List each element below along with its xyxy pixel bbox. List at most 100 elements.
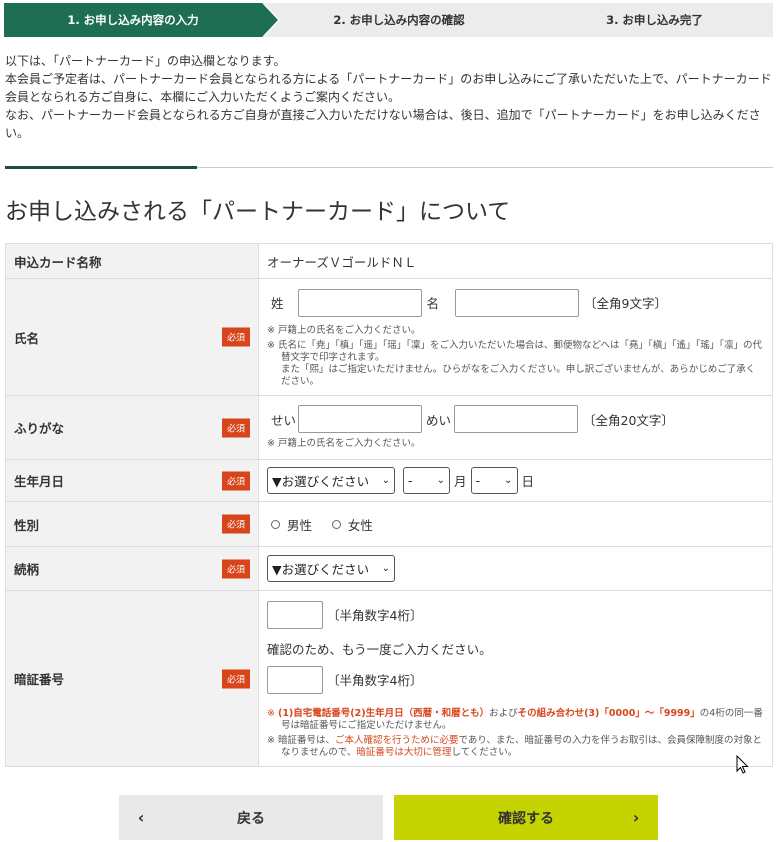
- pin-label: 暗証番号: [14, 672, 65, 687]
- furigana-fields: せい めい 〔全角20文字〕 ※ 戸籍上の氏名をご入力ください。: [258, 395, 773, 460]
- pin-confirm-row: 〔半角数字4桁〕: [267, 665, 764, 694]
- pin-note-2: ※ 暗証番号は、ご本人確認を行うために必要であり、また、暗証番号の入力を伴うお取…: [267, 735, 764, 759]
- furigana-label-cell: ふりがな 必須: [5, 395, 259, 460]
- pin-input[interactable]: [267, 600, 323, 629]
- sei-label: 姓: [271, 296, 284, 311]
- chevron-right-icon: ›: [632, 808, 640, 827]
- birthdate-selects: ▼お選びください ⌄ - ⌄ 月 - ⌄ 日: [267, 467, 764, 494]
- mei-kana-label: めい: [426, 412, 452, 428]
- intro-line-1: 以下は、「パートナーカード」の申込欄となります。: [5, 54, 286, 68]
- name-label: 氏名: [14, 330, 40, 346]
- required-badge: 必須: [221, 471, 250, 490]
- pin-label-cell: 暗証番号 必須: [5, 590, 259, 767]
- gender-fields: 男性 女性: [258, 501, 773, 547]
- sei-kana-label: せい: [271, 412, 297, 428]
- required-badge: 必須: [221, 669, 250, 688]
- confirm-button-label: 確認する: [498, 810, 554, 827]
- row-relation: 続柄 必須 ▼お選びください ⌄: [5, 546, 773, 591]
- birthdate-fields: ▼お選びください ⌄ - ⌄ 月 - ⌄ 日: [258, 459, 773, 502]
- step-indicator: 1. お申し込み内容の入力 2. お申し込み内容の確認 3. お申し込み完了: [4, 3, 773, 37]
- pin-note-2-highlight-b: 暗証番号は大切に管理: [356, 746, 452, 758]
- row-name: 氏名 必須 姓 名 〔全角9文字〕 ※ 戸籍上の氏名をご入力ください。 ※ 氏名…: [5, 278, 773, 396]
- pin-fields: 〔半角数字4桁〕 確認のため、もう一度ご入力ください。 〔半角数字4桁〕 ※ (…: [258, 590, 773, 767]
- name-inputs: 姓 名 〔全角9文字〕: [267, 288, 764, 317]
- pin-confirm-input[interactable]: [267, 665, 323, 694]
- last-name-input[interactable]: [297, 288, 422, 317]
- step-2-label: 2. お申し込み内容の確認: [333, 13, 465, 27]
- section-divider-accent: [5, 166, 197, 169]
- mouse-cursor-icon: [736, 755, 749, 774]
- pin-note-1-restricted-b: その組み合わせ(3)「0000」〜「9999」: [517, 707, 700, 719]
- birth-month-value: -: [408, 473, 413, 488]
- birth-day-select[interactable]: - ⌄: [470, 467, 518, 494]
- gender-male-label: 男性: [287, 517, 313, 533]
- required-badge: 必須: [221, 559, 250, 578]
- chevron-down-icon: ⌄: [504, 475, 513, 486]
- radio-circle-icon: [331, 519, 341, 529]
- birthdate-label: 生年月日: [14, 474, 65, 489]
- pin-note-1-restricted-a: (1)自宅電話番号(2)生年月日（西暦・和暦とも）: [277, 707, 490, 719]
- row-furigana: ふりがな 必須 せい めい 〔全角20文字〕 ※ 戸籍上の氏名をご入力ください。: [5, 395, 773, 460]
- step-2-confirm: 2. お申し込み内容の確認: [262, 3, 540, 37]
- step-3-label: 3. お申し込み完了: [606, 13, 703, 27]
- first-name-kana-input[interactable]: [454, 405, 579, 433]
- intro-line-3: なお、パートナーカード会員となられる方ご自身が直接ご入力いただけない場合は、後日…: [5, 108, 761, 140]
- mei-label: 名: [426, 296, 440, 311]
- birth-year-select[interactable]: ▼お選びください ⌄: [267, 467, 395, 494]
- day-unit: 日: [521, 474, 535, 489]
- required-badge: 必須: [221, 418, 250, 437]
- gender-female-radio[interactable]: 女性: [331, 515, 373, 534]
- step-1-label: 1. お申し込み内容の入力: [67, 13, 199, 27]
- birth-year-value: ▼お選びください: [272, 474, 370, 489]
- radio-circle-icon: [271, 519, 280, 529]
- gender-female-label: 女性: [347, 517, 373, 533]
- chevron-left-icon: ‹: [137, 808, 145, 827]
- back-button-label: 戻る: [237, 810, 265, 827]
- name-limit: 〔全角9文字〕: [584, 296, 667, 311]
- gender-label: 性別: [14, 517, 40, 533]
- last-name-kana-input[interactable]: [298, 405, 423, 433]
- chevron-down-icon: ⌄: [381, 475, 390, 486]
- row-card-name: 申込カード名称 オーナーズＶゴールドＮＬ: [5, 243, 773, 279]
- furigana-label: ふりがな: [14, 421, 65, 436]
- pin-note-1-and: および: [489, 707, 518, 719]
- step-1-input: 1. お申し込み内容の入力: [4, 3, 278, 37]
- furigana-limit: 〔全角20文字〕: [583, 412, 674, 428]
- required-badge: 必須: [221, 327, 250, 347]
- row-gender: 性別 必須 男性 女性: [5, 501, 773, 547]
- card-name-value: オーナーズＶゴールドＮＬ: [258, 243, 773, 279]
- partner-card-form: 申込カード名称 オーナーズＶゴールドＮＬ 氏名 必須 姓 名 〔全角9文字〕 ※…: [5, 243, 773, 767]
- chevron-down-icon: ⌄: [436, 475, 445, 486]
- relation-label: 続柄: [14, 562, 40, 577]
- name-fields: 姓 名 〔全角9文字〕 ※ 戸籍上の氏名をご入力ください。 ※ 氏名に「尭」「槙…: [258, 278, 773, 396]
- name-label-cell: 氏名 必須: [5, 278, 259, 396]
- intro-text: 以下は、「パートナーカード」の申込欄となります。 本会員ご予定者は、パートナーカ…: [5, 52, 773, 142]
- gender-label-cell: 性別 必須: [5, 501, 259, 547]
- relation-fields: ▼お選びください ⌄: [258, 546, 773, 591]
- pin-confirm-limit: 〔半角数字4桁〕: [327, 673, 423, 688]
- birth-month-select[interactable]: - ⌄: [403, 467, 450, 494]
- name-note-3: また「煕」はご指定いただけません。ひらがなをご入力ください。申し訳ございませんが…: [281, 363, 756, 387]
- relation-select[interactable]: ▼お選びください ⌄: [267, 555, 395, 582]
- first-name-input[interactable]: [455, 288, 580, 317]
- required-badge: 必須: [221, 514, 250, 534]
- confirm-button[interactable]: 確認する ›: [394, 795, 658, 840]
- pin-confirm-text: 確認のため、もう一度ご入力ください。: [267, 641, 492, 657]
- pin-note-1-mark: ※: [267, 707, 278, 719]
- row-birthdate: 生年月日 必須 ▼お選びください ⌄ - ⌄ 月 - ⌄ 日: [5, 459, 773, 502]
- pin-note-2-highlight-a: ご本人確認を行うために必要: [334, 734, 459, 746]
- section-title: お申し込みされる「パートナーカード」について: [5, 199, 511, 225]
- pin-note-1: ※ (1)自宅電話番号(2)生年月日（西暦・和暦とも）およびその組み合わせ(3)…: [267, 708, 764, 732]
- name-note-2: ※ 氏名に「尭」「槙」「遥」「瑶」「凜」をご入力いただいた場合は、郵便物などへは…: [267, 339, 763, 363]
- gender-male-radio[interactable]: 男性: [271, 515, 312, 534]
- chevron-down-icon: ⌄: [381, 563, 390, 574]
- card-name-label: 申込カード名称: [5, 243, 259, 279]
- birthdate-label-cell: 生年月日 必須: [5, 459, 259, 502]
- pin-limit: 〔半角数字4桁〕: [327, 608, 423, 623]
- furigana-note: ※ 戸籍上の氏名をご入力ください。: [267, 438, 421, 449]
- birth-day-value: -: [475, 473, 481, 488]
- step-3-complete: 3. お申し込み完了: [524, 3, 773, 37]
- pin-note-2-head: ※ 暗証番号は、: [267, 734, 335, 746]
- back-button[interactable]: ‹ 戻る: [119, 795, 383, 840]
- month-unit: 月: [454, 474, 467, 489]
